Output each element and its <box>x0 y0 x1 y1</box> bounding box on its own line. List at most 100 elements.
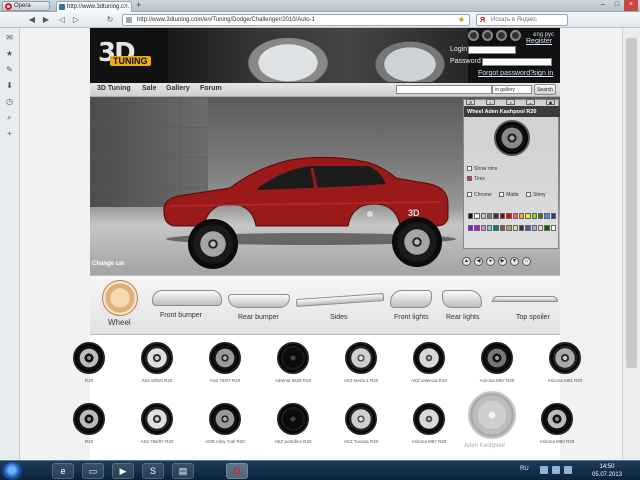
tab-close-icon[interactable]: × <box>124 2 128 12</box>
wheel-item[interactable]: R20 <box>60 399 118 459</box>
notes-icon[interactable]: ✎ <box>4 64 15 75</box>
color-swatch[interactable] <box>480 224 487 231</box>
category-front-lights[interactable]: Front lights <box>386 276 436 334</box>
bookmarks-icon[interactable]: ★ <box>4 48 15 59</box>
forgot-password-link[interactable]: Forgot password? <box>478 70 534 77</box>
search-panel-icon[interactable]: ⌕ <box>4 112 15 123</box>
browser-tab[interactable]: http://www.3dtuning.c... × <box>56 1 132 12</box>
panel-tab-suspension-icon[interactable]: ◒ <box>526 99 535 105</box>
wheel-item[interactable]: Arizona M87 R20 <box>400 399 458 459</box>
panel-tab-tint-icon[interactable]: ◑ <box>506 99 515 105</box>
color-swatch[interactable] <box>468 213 474 219</box>
wheel-item[interactable]: AEZ Tucana R20 <box>332 399 390 459</box>
downloads-icon[interactable]: ⬇ <box>4 80 15 91</box>
color-swatch[interactable] <box>518 213 525 219</box>
color-swatch[interactable] <box>525 213 531 219</box>
sign-in-link[interactable]: sign in <box>533 70 553 77</box>
wheel-item[interactable]: AEZ Ixeria 1 R20 <box>332 338 390 398</box>
color-swatch[interactable] <box>537 224 544 231</box>
history-icon[interactable]: ◷ <box>4 96 15 107</box>
wheel-item[interactable]: R20 <box>60 338 118 398</box>
wheel-item[interactable]: AEZ valencia R20 <box>400 338 458 398</box>
color-swatch[interactable] <box>550 213 556 219</box>
panel-tab-paint-icon[interactable]: ◐ <box>486 99 495 105</box>
rear-wheel[interactable] <box>392 217 442 267</box>
color-swatch[interactable] <box>518 224 525 231</box>
media-player-icon[interactable]: ▶ <box>112 463 134 479</box>
finish-matte-radio[interactable] <box>499 192 505 198</box>
view-home-icon[interactable]: ⌂ <box>522 257 531 266</box>
color-swatch[interactable] <box>531 224 537 231</box>
color-swatch[interactable] <box>493 213 499 219</box>
wheel-item[interactable]: AOE Alloy 7oel R20 <box>196 399 254 459</box>
page-scrollbar[interactable] <box>622 28 640 460</box>
highlighted-wheel[interactable] <box>468 391 516 439</box>
wheel-item[interactable]: ASs 5/05S R20 <box>128 338 186 398</box>
color-swatch[interactable] <box>468 224 474 231</box>
tires-option[interactable]: Tires <box>467 176 485 182</box>
view-down-icon[interactable]: ▼ <box>510 257 519 266</box>
tray-network-icon[interactable] <box>540 466 548 474</box>
forward-button[interactable]: ▶ <box>40 14 52 26</box>
color-swatch[interactable] <box>506 213 512 219</box>
menu-item-forum[interactable]: Forum <box>200 85 222 92</box>
tray-flag-icon[interactable] <box>564 466 572 474</box>
color-swatch[interactable] <box>525 224 531 231</box>
address-bar[interactable]: http://www.3dtuning.com/en/Tuning/Dodge/… <box>122 14 470 26</box>
color-swatch[interactable] <box>537 213 544 219</box>
wheel-item[interactable]: Arizona M67 R20 <box>468 338 526 398</box>
view-right-icon[interactable]: ▶ <box>498 257 507 266</box>
show-rims-option[interactable]: Show rims <box>467 166 497 172</box>
color-swatch[interactable] <box>487 213 493 219</box>
rewind-button[interactable]: ◁ <box>56 14 68 26</box>
wheel-item[interactable]: ASs 75/07 R20 <box>196 338 254 398</box>
view-center-icon[interactable]: ● <box>486 257 495 266</box>
opera-mail-icon[interactable]: ✉ <box>4 32 15 43</box>
color-swatch[interactable] <box>544 213 550 219</box>
site-search-input[interactable] <box>396 85 492 94</box>
color-swatch[interactable] <box>544 224 550 231</box>
color-swatch[interactable] <box>506 224 512 231</box>
system-clock[interactable]: 14:50 05.07.2013 <box>584 463 630 479</box>
category-rear-bumper[interactable]: Rear bumper <box>226 276 292 334</box>
wheel-item[interactable]: Adrenal 5628 R20 <box>264 338 322 398</box>
wheel-item[interactable]: Arizona M81 R20 <box>536 338 594 398</box>
opera-icon[interactable]: O <box>226 463 248 479</box>
finish-shiny-radio[interactable] <box>526 192 532 198</box>
color-swatch[interactable] <box>480 213 487 219</box>
password-input[interactable] <box>482 58 552 66</box>
car-viewer[interactable]: 3D Change car ▲ ◀ ● ▶ ▼ ⌂ ⚙ ◐ ◑ ◒ ▣ Whee… <box>90 97 560 275</box>
search-field[interactable]: Я Искать в Яндекс <box>476 14 568 26</box>
reload-button[interactable]: ↻ <box>104 14 116 26</box>
show-rims-checkbox[interactable] <box>467 166 472 172</box>
site-logo[interactable]: 3D TUNING <box>98 38 158 74</box>
panel-tab-background-icon[interactable]: ▣ <box>546 99 555 105</box>
color-swatch[interactable] <box>512 224 518 231</box>
opera-menu-button[interactable]: Opera <box>2 1 50 11</box>
tray-volume-icon[interactable] <box>552 466 560 474</box>
wheel-item[interactable]: ASs 756/07 R20 <box>128 399 186 459</box>
login-input[interactable] <box>468 46 516 54</box>
site-info-icon[interactable] <box>126 17 132 23</box>
explorer-icon[interactable]: ▭ <box>82 463 104 479</box>
color-swatch[interactable] <box>499 224 506 231</box>
back-button[interactable]: ◀ <box>26 14 38 26</box>
tires-checkbox[interactable] <box>467 176 472 182</box>
maximize-button[interactable]: □ <box>610 0 624 11</box>
close-window-button[interactable]: × <box>624 0 638 11</box>
menu-item-gallery[interactable]: Gallery <box>166 85 190 92</box>
color-swatch[interactable] <box>531 213 537 219</box>
panel-tab-settings-icon[interactable]: ⚙ <box>466 99 475 105</box>
category-top-spoiler[interactable]: Top spoiler <box>490 276 560 334</box>
scrollbar-thumb[interactable] <box>626 38 637 368</box>
archive-icon[interactable]: ▤ <box>172 463 194 479</box>
fast-forward-button[interactable]: ▷ <box>70 14 82 26</box>
color-swatch[interactable] <box>474 224 480 231</box>
color-swatch[interactable] <box>550 224 556 231</box>
color-swatch[interactable] <box>493 224 499 231</box>
front-wheel[interactable] <box>188 219 238 269</box>
skype-icon[interactable]: S <box>142 463 164 479</box>
bookmark-star-icon[interactable]: ★ <box>458 15 465 25</box>
site-search-button[interactable]: Search <box>534 84 556 95</box>
wheel-item[interactable]: Arizona M80 R20 <box>528 399 586 459</box>
